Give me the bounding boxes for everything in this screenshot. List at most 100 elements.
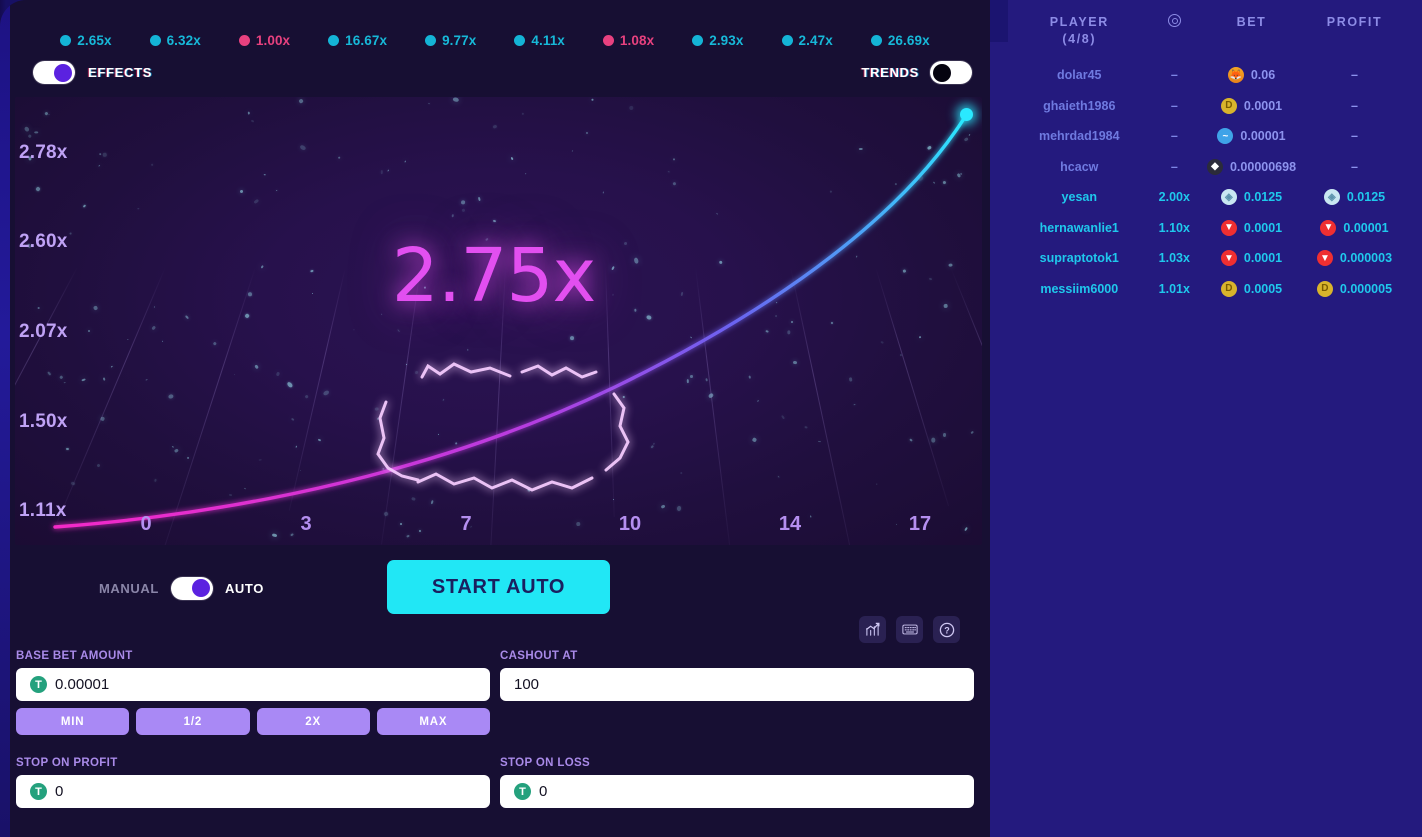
header-player: PLAYER (4/8)	[1008, 14, 1151, 60]
history-value: 26.69x	[887, 33, 930, 48]
player-bet-amount: ▼ 0.0001	[1198, 243, 1305, 274]
stop-profit-group: STOP ON PROFIT T	[16, 757, 490, 808]
btc-coin-icon: ◈	[1323, 189, 1340, 206]
trends-toggle-group[interactable]: TRENDS	[861, 61, 972, 84]
tether-coin-icon: T	[514, 783, 531, 800]
history-dot-icon	[149, 35, 161, 46]
player-profit-amount: –	[1351, 98, 1358, 113]
player-row[interactable]: messiim6000 1.01x D 0.0005 D 0.000005	[1008, 273, 1404, 304]
trx-coin-icon: ▼	[1316, 250, 1333, 267]
x-tick: 0	[140, 513, 152, 535]
cashout-label: CASHOUT AT	[500, 650, 578, 662]
at-icon	[1167, 14, 1181, 27]
history-item[interactable]: 2.47x	[763, 33, 852, 48]
history-value: 4.11x	[531, 33, 565, 48]
player-profit-amount: ▼ 0.000003	[1305, 243, 1404, 274]
x-tick: 3	[300, 513, 312, 535]
players-table-header: PLAYER (4/8) BET PROFIT	[1008, 14, 1404, 60]
history-value: 9.77x	[442, 33, 477, 48]
player-row[interactable]: mehrdad1984 – ~0.00001 –	[1008, 121, 1404, 152]
player-bet-amount: 🦊 0.06	[1227, 67, 1276, 84]
history-item[interactable]: 2.93x	[673, 33, 762, 48]
cashout-field[interactable]	[500, 668, 974, 701]
player-cashout-multiplier: 2.00x	[1158, 190, 1190, 204]
player-profit-amount: –	[1351, 129, 1358, 143]
history-value: 1.00x	[255, 33, 291, 48]
player-row[interactable]: dolar45 – 🦊 0.06 –	[1008, 60, 1404, 91]
btc-coin-icon: ◈	[1220, 189, 1237, 206]
player-row[interactable]: hernawanlie1 1.10x ▼ 0.0001 ▼ 0.00001	[1008, 212, 1404, 243]
trends-label: TRENDS	[861, 65, 919, 80]
base-bet-group: BASE BET AMOUNT T MIN1/22XMAX	[16, 650, 490, 735]
chart-icon[interactable]	[859, 616, 886, 643]
history-dot-icon	[425, 35, 437, 46]
player-profit-amount: ◈ 0.0125	[1305, 182, 1404, 213]
quick-bet-min[interactable]: MIN	[16, 708, 130, 735]
history-item[interactable]: 16.67x	[309, 33, 406, 48]
history-value: 6.32x	[166, 33, 201, 48]
eth-coin-icon: ◆	[1206, 158, 1223, 175]
tether-coin-icon: T	[30, 783, 47, 800]
quick-bet-buttons: MIN 1/2 2X MAX	[16, 708, 490, 735]
history-item[interactable]: 26.69x	[852, 33, 949, 48]
history-item[interactable]: 1.08x	[584, 33, 673, 48]
stop-loss-input[interactable]	[539, 783, 960, 800]
header-bet: BET	[1236, 15, 1267, 29]
stop-loss-label: STOP ON LOSS	[500, 757, 591, 769]
trx-coin-icon: ▼	[1320, 219, 1337, 236]
player-bet-amount: D 0.0005	[1198, 273, 1305, 304]
effects-toggle-group[interactable]: EFFECTS	[33, 61, 152, 84]
quick-bet-2x[interactable]: 2X	[256, 708, 370, 735]
auto-label[interactable]: AUTO	[225, 581, 264, 596]
mode-toggle-group[interactable]: MANUAL AUTO	[99, 576, 264, 600]
stop-loss-field[interactable]: T	[500, 775, 974, 808]
history-item[interactable]: 2.65x	[41, 33, 130, 48]
doge-coin-icon: D	[1220, 280, 1237, 297]
shib-coin-icon: 🦊	[1227, 67, 1244, 84]
history-dot-icon	[60, 35, 72, 46]
history-value: 2.93x	[709, 33, 744, 48]
help-icon[interactable]: ?	[933, 616, 960, 643]
start-auto-button[interactable]: START AUTO	[387, 560, 610, 614]
doge-coin-icon: D	[1220, 97, 1237, 114]
toggle-knob	[54, 63, 72, 82]
player-row[interactable]: supraptotok1 1.03x ▼ 0.0001 ▼ 0.000003	[1008, 243, 1404, 274]
history-item[interactable]: 6.32x	[131, 33, 220, 48]
effects-label: EFFECTS	[88, 65, 153, 80]
player-bet-amount: D 0.0001	[1198, 90, 1305, 121]
history-dot-icon	[238, 35, 250, 46]
trends-toggle[interactable]	[930, 61, 972, 84]
stop-profit-field[interactable]: T	[16, 775, 490, 808]
player-cashout-multiplier: 1.01x	[1158, 281, 1190, 296]
player-bet-amount: ◈ 0.0125	[1198, 182, 1305, 213]
quick-bet-max[interactable]: MAX	[376, 708, 490, 735]
players-table-body: dolar45– 🦊 0.06– ghaieth1986– D 0.0001– mehrda…	[1008, 60, 1404, 304]
player-row[interactable]: hcacw – ◆ 0.00000698 –	[1008, 151, 1404, 182]
base-bet-input[interactable]	[55, 676, 476, 693]
history-item[interactable]: 1.00x	[220, 33, 309, 48]
x-axis: 0 3 7 10 14 17	[15, 513, 982, 539]
stop-profit-input[interactable]	[55, 783, 476, 800]
player-bet-amount: ▼ 0.0001	[1198, 212, 1305, 243]
player-cashout-multiplier: 1.03x	[1158, 251, 1190, 265]
history-item[interactable]: 4.11x	[495, 33, 584, 48]
quick-bet-1-2[interactable]: 1/2	[136, 708, 250, 735]
history-dot-icon	[781, 35, 793, 46]
player-row[interactable]: yesan 2.00x ◈ 0.0125 ◈ 0.0125	[1008, 182, 1404, 213]
cashout-input[interactable]	[514, 676, 960, 693]
player-name: hcacw	[1060, 159, 1099, 174]
mode-toggle[interactable]	[170, 576, 213, 600]
effects-toggle[interactable]	[33, 61, 75, 84]
history-item[interactable]: 9.77x	[406, 33, 495, 48]
history-dot-icon	[870, 35, 882, 46]
player-name: dolar45	[1057, 68, 1102, 82]
player-bet-amount: ~0.00001	[1198, 121, 1305, 152]
player-profit-amount: –	[1351, 159, 1358, 174]
keyboard-icon[interactable]	[896, 616, 923, 643]
player-row[interactable]: ghaieth1986 – D 0.0001 –	[1008, 90, 1404, 121]
manual-label[interactable]: MANUAL	[99, 581, 159, 596]
player-name: ghaieth1986	[1043, 98, 1116, 113]
player-cashout-multiplier: –	[1170, 159, 1178, 174]
base-bet-field[interactable]: T	[16, 668, 490, 701]
trx-coin-icon: ▼	[1220, 250, 1237, 267]
